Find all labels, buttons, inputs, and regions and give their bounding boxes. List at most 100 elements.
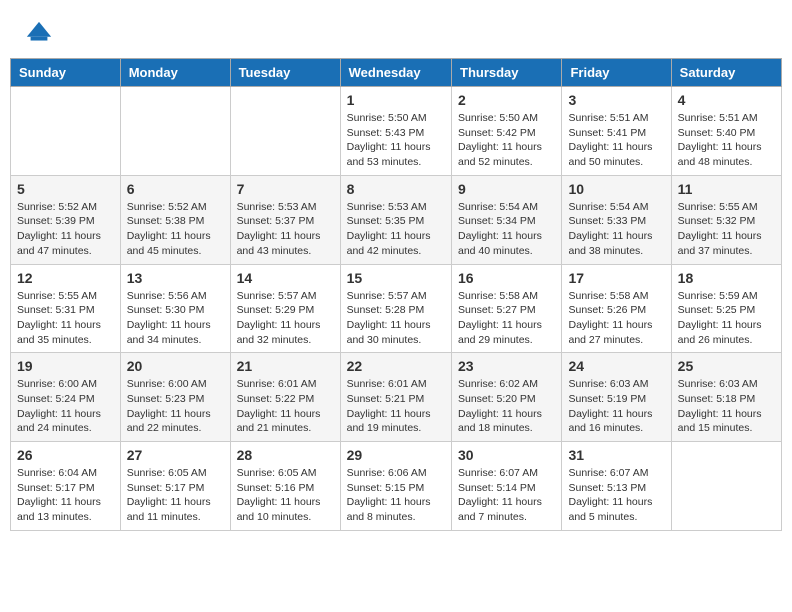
day-number: 25 [678, 358, 775, 374]
day-number: 29 [347, 447, 445, 463]
day-info: Sunrise: 5:54 AM Sunset: 5:33 PM Dayligh… [568, 200, 664, 259]
table-row: 11Sunrise: 5:55 AM Sunset: 5:32 PM Dayli… [671, 175, 781, 264]
day-info: Sunrise: 6:05 AM Sunset: 5:17 PM Dayligh… [127, 466, 224, 525]
day-info: Sunrise: 5:51 AM Sunset: 5:41 PM Dayligh… [568, 111, 664, 170]
day-number: 14 [237, 270, 334, 286]
calendar-header-wednesday: Wednesday [340, 59, 451, 87]
day-info: Sunrise: 6:00 AM Sunset: 5:23 PM Dayligh… [127, 377, 224, 436]
table-row: 31 Sunrise: 6:07 AM Sunset: 5:13 PM Dayli… [562, 442, 671, 531]
day-number: 9 [458, 181, 555, 197]
table-row: 12 Sunrise: 5:55 AM Sunset: 5:31 PM Dayli… [11, 264, 121, 353]
table-row: 29 Sunrise: 6:06 AM Sunset: 5:15 PM Dayli… [340, 442, 451, 531]
table-row: 4 Sunrise: 5:51 AM Sunset: 5:40 PM Daylig… [671, 87, 781, 176]
day-number: 4 [678, 92, 775, 108]
day-number: 18 [678, 270, 775, 286]
table-row [230, 87, 340, 176]
table-row: 7 Sunrise: 5:53 AM Sunset: 5:37 PM Daylig… [230, 175, 340, 264]
day-number: 8 [347, 181, 445, 197]
table-row: 5 Sunrise: 5:52 AM Sunset: 5:39 PM Daylig… [11, 175, 121, 264]
day-number: 24 [568, 358, 664, 374]
table-row: 20 Sunrise: 6:00 AM Sunset: 5:23 PM Dayli… [120, 353, 230, 442]
day-number: 13 [127, 270, 224, 286]
table-row: 15 Sunrise: 5:57 AM Sunset: 5:28 PM Dayli… [340, 264, 451, 353]
table-row: 28 Sunrise: 6:05 AM Sunset: 5:16 PM Dayli… [230, 442, 340, 531]
day-number: 12 [17, 270, 114, 286]
day-number: 10 [568, 181, 664, 197]
calendar-header-saturday: Saturday [671, 59, 781, 87]
table-row: 25 Sunrise: 6:03 AM Sunset: 5:18 PM Dayli… [671, 353, 781, 442]
table-row [11, 87, 121, 176]
day-info: Sunrise: 5:59 AM Sunset: 5:25 PM Dayligh… [678, 289, 775, 348]
day-number: 3 [568, 92, 664, 108]
day-info: Sunrise: 5:58 AM Sunset: 5:26 PM Dayligh… [568, 289, 664, 348]
day-info: Sunrise: 5:56 AM Sunset: 5:30 PM Dayligh… [127, 289, 224, 348]
day-info: Sunrise: 6:07 AM Sunset: 5:14 PM Dayligh… [458, 466, 555, 525]
logo [25, 20, 57, 48]
day-info: Sunrise: 5:53 AM Sunset: 5:37 PM Dayligh… [237, 200, 334, 259]
calendar-week-4: 26 Sunrise: 6:04 AM Sunset: 5:17 PM Dayli… [11, 442, 782, 531]
day-number: 20 [127, 358, 224, 374]
page-header [10, 10, 782, 53]
table-row [120, 87, 230, 176]
day-info: Sunrise: 6:05 AM Sunset: 5:16 PM Dayligh… [237, 466, 334, 525]
day-info: Sunrise: 5:50 AM Sunset: 5:43 PM Dayligh… [347, 111, 445, 170]
day-info: Sunrise: 5:50 AM Sunset: 5:42 PM Dayligh… [458, 111, 555, 170]
day-number: 17 [568, 270, 664, 286]
calendar-week-1: 5 Sunrise: 5:52 AM Sunset: 5:39 PM Daylig… [11, 175, 782, 264]
day-info: Sunrise: 5:52 AM Sunset: 5:39 PM Dayligh… [17, 200, 114, 259]
day-number: 7 [237, 181, 334, 197]
table-row [671, 442, 781, 531]
day-info: Sunrise: 6:04 AM Sunset: 5:17 PM Dayligh… [17, 466, 114, 525]
day-number: 31 [568, 447, 664, 463]
day-number: 30 [458, 447, 555, 463]
logo-icon [25, 20, 53, 48]
day-info: Sunrise: 6:01 AM Sunset: 5:21 PM Dayligh… [347, 377, 445, 436]
day-info: Sunrise: 6:06 AM Sunset: 5:15 PM Dayligh… [347, 466, 445, 525]
day-info: Sunrise: 5:55 AM Sunset: 5:31 PM Dayligh… [17, 289, 114, 348]
table-row: 27 Sunrise: 6:05 AM Sunset: 5:17 PM Dayli… [120, 442, 230, 531]
table-row: 23 Sunrise: 6:02 AM Sunset: 5:20 PM Dayli… [452, 353, 562, 442]
calendar-week-2: 12 Sunrise: 5:55 AM Sunset: 5:31 PM Dayli… [11, 264, 782, 353]
table-row: 19Sunrise: 6:00 AM Sunset: 5:24 PM Dayli… [11, 353, 121, 442]
day-number: 28 [237, 447, 334, 463]
day-number: 6 [127, 181, 224, 197]
table-row: 30 Sunrise: 6:07 AM Sunset: 5:14 PM Dayli… [452, 442, 562, 531]
day-number: 21 [237, 358, 334, 374]
table-row: 2 Sunrise: 5:50 AM Sunset: 5:42 PM Daylig… [452, 87, 562, 176]
table-row: 26 Sunrise: 6:04 AM Sunset: 5:17 PM Dayli… [11, 442, 121, 531]
day-info: Sunrise: 6:02 AM Sunset: 5:20 PM Dayligh… [458, 377, 555, 436]
table-row: 3 Sunrise: 5:51 AM Sunset: 5:41 PM Daylig… [562, 87, 671, 176]
table-row: 8Sunrise: 5:53 AM Sunset: 5:35 PM Daylig… [340, 175, 451, 264]
day-info: Sunrise: 5:55 AM Sunset: 5:32 PM Dayligh… [678, 200, 775, 259]
day-info: Sunrise: 6:03 AM Sunset: 5:19 PM Dayligh… [568, 377, 664, 436]
day-info: Sunrise: 6:07 AM Sunset: 5:13 PM Dayligh… [568, 466, 664, 525]
table-row: 17 Sunrise: 5:58 AM Sunset: 5:26 PM Dayli… [562, 264, 671, 353]
table-row: 24 Sunrise: 6:03 AM Sunset: 5:19 PM Dayli… [562, 353, 671, 442]
day-number: 27 [127, 447, 224, 463]
calendar-header-friday: Friday [562, 59, 671, 87]
day-info: Sunrise: 6:00 AM Sunset: 5:24 PM Dayligh… [17, 377, 114, 436]
day-info: Sunrise: 6:01 AM Sunset: 5:22 PM Dayligh… [237, 377, 334, 436]
day-info: Sunrise: 5:57 AM Sunset: 5:28 PM Dayligh… [347, 289, 445, 348]
calendar-header-monday: Monday [120, 59, 230, 87]
day-number: 1 [347, 92, 445, 108]
table-row: 16Sunrise: 5:58 AM Sunset: 5:27 PM Dayli… [452, 264, 562, 353]
calendar-week-0: 1 Sunrise: 5:50 AM Sunset: 5:43 PM Daylig… [11, 87, 782, 176]
table-row: 22 Sunrise: 6:01 AM Sunset: 5:21 PM Dayli… [340, 353, 451, 442]
calendar-header-tuesday: Tuesday [230, 59, 340, 87]
day-number: 15 [347, 270, 445, 286]
day-info: Sunrise: 5:57 AM Sunset: 5:29 PM Dayligh… [237, 289, 334, 348]
day-number: 23 [458, 358, 555, 374]
day-info: Sunrise: 5:52 AM Sunset: 5:38 PM Dayligh… [127, 200, 224, 259]
day-number: 22 [347, 358, 445, 374]
day-info: Sunrise: 5:51 AM Sunset: 5:40 PM Dayligh… [678, 111, 775, 170]
day-number: 26 [17, 447, 114, 463]
calendar-header-thursday: Thursday [452, 59, 562, 87]
day-info: Sunrise: 6:03 AM Sunset: 5:18 PM Dayligh… [678, 377, 775, 436]
table-row: 6 Sunrise: 5:52 AM Sunset: 5:38 PM Daylig… [120, 175, 230, 264]
calendar-header-row: SundayMondayTuesdayWednesdayThursdayFrid… [11, 59, 782, 87]
calendar-week-3: 19Sunrise: 6:00 AM Sunset: 5:24 PM Dayli… [11, 353, 782, 442]
day-number: 2 [458, 92, 555, 108]
day-number: 5 [17, 181, 114, 197]
table-row: 18 Sunrise: 5:59 AM Sunset: 5:25 PM Dayli… [671, 264, 781, 353]
